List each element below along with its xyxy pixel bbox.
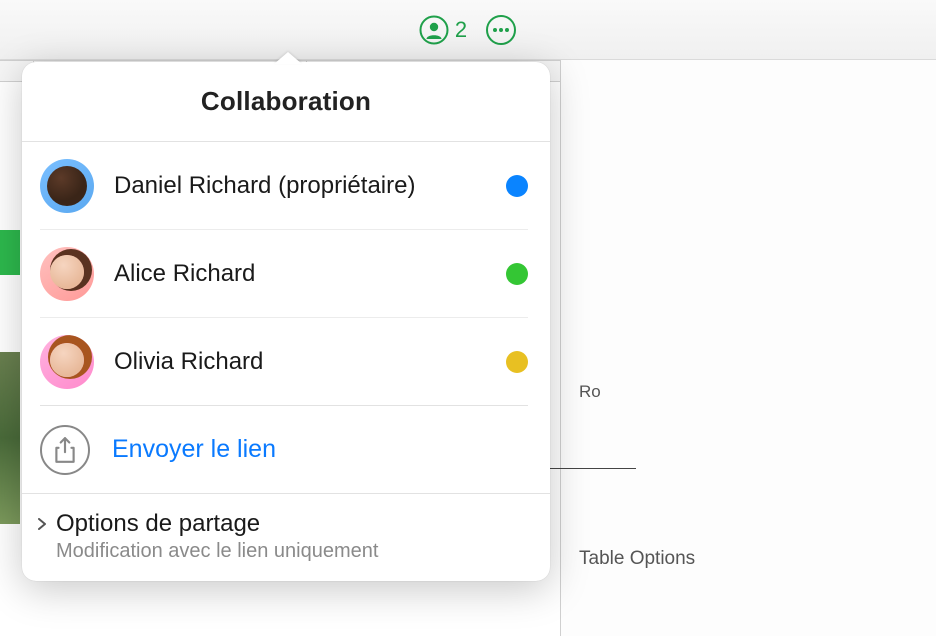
participant-list: Daniel Richard (propriétaire) Alice Rich… bbox=[22, 142, 550, 406]
people-icon bbox=[419, 15, 449, 45]
collaboration-button[interactable]: 2 bbox=[419, 15, 467, 45]
participant-row[interactable]: Daniel Richard (propriétaire) bbox=[22, 142, 550, 230]
avatar bbox=[40, 247, 94, 301]
participant-count: 2 bbox=[455, 17, 467, 43]
avatar bbox=[40, 335, 94, 389]
cell-highlight-fragment bbox=[0, 230, 20, 275]
share-options-title: Options de partage bbox=[56, 510, 532, 538]
participant-row[interactable]: Olivia Richard bbox=[22, 318, 550, 406]
share-options-subtitle: Modification avec le lien uniquement bbox=[56, 540, 532, 563]
format-panel: Rᴏ Table Options bbox=[560, 60, 936, 636]
popover-title: Collaboration bbox=[201, 86, 371, 117]
share-options-button[interactable]: Options de partage Modification avec le … bbox=[22, 494, 550, 581]
participant-name: Olivia Richard bbox=[114, 348, 506, 376]
popover-header: Collaboration bbox=[22, 62, 550, 142]
popover-arrow bbox=[274, 52, 302, 64]
participant-row[interactable]: Alice Richard bbox=[22, 230, 550, 318]
image-fragment bbox=[0, 352, 20, 524]
avatar bbox=[40, 159, 94, 213]
more-button[interactable] bbox=[485, 14, 517, 46]
chevron-right-icon bbox=[36, 518, 48, 530]
participant-name: Alice Richard bbox=[114, 260, 506, 288]
share-icon bbox=[40, 425, 90, 475]
status-dot bbox=[506, 175, 528, 197]
send-link-label: Envoyer le lien bbox=[112, 435, 276, 464]
panel-text-fragment: Rᴏ bbox=[579, 374, 918, 410]
status-dot bbox=[506, 351, 528, 373]
status-dot bbox=[506, 263, 528, 285]
collaboration-popover: Collaboration Daniel Richard (propriétai… bbox=[22, 62, 550, 581]
send-link-button[interactable]: Envoyer le lien bbox=[22, 406, 550, 494]
participant-name: Daniel Richard (propriétaire) bbox=[114, 172, 506, 200]
toolbar: 2 bbox=[0, 0, 936, 60]
more-icon bbox=[485, 14, 517, 46]
panel-table-options-label: Table Options bbox=[579, 540, 918, 578]
